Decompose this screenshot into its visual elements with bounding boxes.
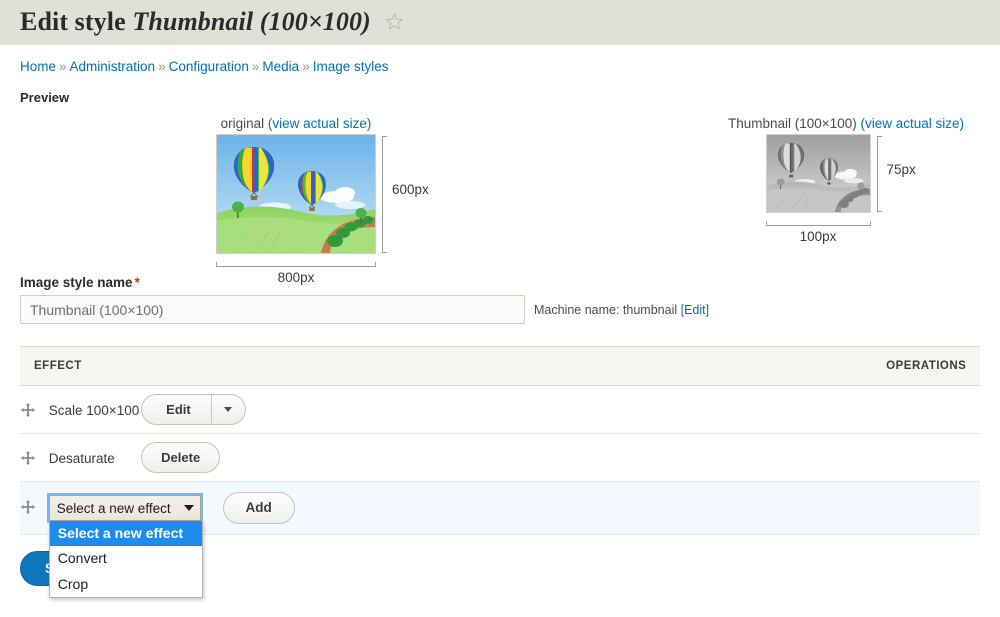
preview-area: original (view actual size) 600px 800px …: [0, 105, 1000, 285]
preview-derivative-caption: Thumbnail (100×100) (view actual size): [728, 116, 964, 131]
preview-derivative-view-actual-size-link[interactable]: (view actual size): [860, 116, 964, 131]
original-height-bracket: [382, 136, 387, 253]
effects-table-header-row: EFFECT OPERATIONS: [20, 346, 980, 386]
breadcrumb-item-media[interactable]: Media: [262, 59, 299, 74]
drag-move-icon[interactable]: [20, 402, 36, 418]
derivative-height-label: 75px: [886, 162, 916, 177]
star-outline-icon[interactable]: [385, 8, 404, 38]
effect-label: Scale 100×100: [48, 402, 140, 418]
effect-label: Desaturate: [48, 450, 115, 466]
breadcrumb-separator: »: [59, 59, 67, 74]
image-style-name-input[interactable]: [20, 295, 525, 324]
preview-derivative-label: Thumbnail (100×100): [728, 116, 857, 131]
image-style-name-input-line: Machine name: thumbnail [Edit]: [20, 295, 1000, 324]
image-style-name-field-row: Image style name* Machine name: thumbnai…: [0, 275, 1000, 324]
effect-operations-cell: Delete: [141, 433, 980, 482]
preview-original: original (view actual size) 600px 800px: [216, 116, 429, 285]
edit-dropbutton-toggle[interactable]: [210, 395, 245, 424]
select-option-crop[interactable]: Crop: [50, 572, 202, 597]
derivative-width-label: 100px: [799, 229, 837, 244]
machine-name-edit-link[interactable]: [Edit]: [681, 303, 710, 317]
original-width-label: 800px: [277, 270, 315, 285]
preview-derivative-image-frame: [765, 134, 871, 213]
new-effect-select-value: Select a new effect: [56, 500, 171, 516]
new-effect-select[interactable]: Select a new effect: [46, 493, 203, 523]
breadcrumb-separator: »: [251, 59, 260, 74]
derivative-width-bracket: [765, 221, 871, 226]
effects-table-head: EFFECT OPERATIONS: [20, 346, 980, 386]
select-option-select-a-new-effect[interactable]: Select a new effect: [49, 521, 202, 547]
effect-operations-cell: Edit: [141, 385, 980, 434]
machine-name-text: Machine name: thumbnail: [534, 302, 678, 317]
column-header-effect: EFFECT: [20, 346, 142, 386]
select-option-convert[interactable]: Convert: [50, 546, 202, 571]
new-effect-select-wrap: Select a new effect Select a new effect …: [46, 493, 203, 598]
add-effect-button[interactable]: Add: [222, 492, 295, 524]
preview-original-label: original: [220, 116, 265, 131]
required-marker: *: [134, 275, 140, 290]
breadcrumb-item-image-styles[interactable]: Image styles: [313, 59, 389, 74]
image-style-name-label-text: Image style name: [20, 275, 133, 290]
preview-section-label: Preview: [20, 90, 70, 105]
derivative-height-bracket: [876, 136, 882, 212]
chevron-down-icon: [223, 407, 232, 412]
edit-button[interactable]: Edit: [142, 395, 211, 424]
breadcrumb-separator: »: [158, 59, 166, 74]
drag-move-icon[interactable]: [20, 450, 36, 466]
breadcrumb-separator: »: [302, 59, 310, 74]
balloons-landscape-image: [217, 135, 375, 254]
new-effect-cell: Select a new effect Select a new effect …: [20, 481, 980, 598]
preview-original-image-frame: [216, 134, 376, 254]
new-effect-select-options[interactable]: Select a new effect Convert Crop: [48, 521, 203, 598]
breadcrumb-item-configuration[interactable]: Configuration: [169, 59, 249, 74]
page-title: Edit style Thumbnail (100×100): [20, 7, 404, 38]
image-style-name-label: Image style name *: [20, 275, 1000, 290]
table-row: Scale 100×100 Edit: [20, 385, 980, 434]
preview-original-view-actual-size-link[interactable]: (view actual size): [268, 116, 372, 131]
effects-table-body: Scale 100×100 Edit Desaturate Delete Sel…: [20, 385, 980, 598]
breadcrumb: Home» Administration» Configuration» Media»…: [0, 45, 1000, 74]
page-title-prefix: Edit style: [20, 7, 126, 36]
drag-move-icon[interactable]: [20, 499, 36, 515]
chevron-down-icon: [183, 505, 194, 511]
effects-table: EFFECT OPERATIONS Scale 100×100 Edit Des…: [20, 346, 980, 598]
table-row: Desaturate Delete: [20, 433, 980, 482]
delete-button[interactable]: Delete: [141, 442, 221, 473]
page-title-style-name: Thumbnail (100×100): [132, 7, 371, 36]
breadcrumb-item-administration[interactable]: Administration: [70, 59, 156, 74]
original-width-bracket: [216, 262, 376, 267]
page-titlebar: Edit style Thumbnail (100×100): [0, 0, 1000, 45]
effect-name-cell: Scale 100×100: [20, 385, 142, 434]
effect-name-cell: Desaturate: [20, 433, 142, 482]
preview-derivative: Thumbnail (100×100) (view actual size) 7…: [728, 116, 964, 244]
column-header-operations: OPERATIONS: [141, 346, 980, 386]
table-row-new-effect: Select a new effect Select a new effect …: [20, 481, 980, 598]
balloons-landscape-desaturated-image: [766, 135, 870, 213]
original-height-label: 600px: [392, 182, 429, 197]
machine-name-display: Machine name: thumbnail [Edit]: [534, 303, 709, 317]
breadcrumb-item-home[interactable]: Home: [20, 59, 56, 74]
edit-dropbutton[interactable]: Edit: [141, 394, 246, 425]
preview-original-caption: original (view actual size): [216, 116, 376, 131]
